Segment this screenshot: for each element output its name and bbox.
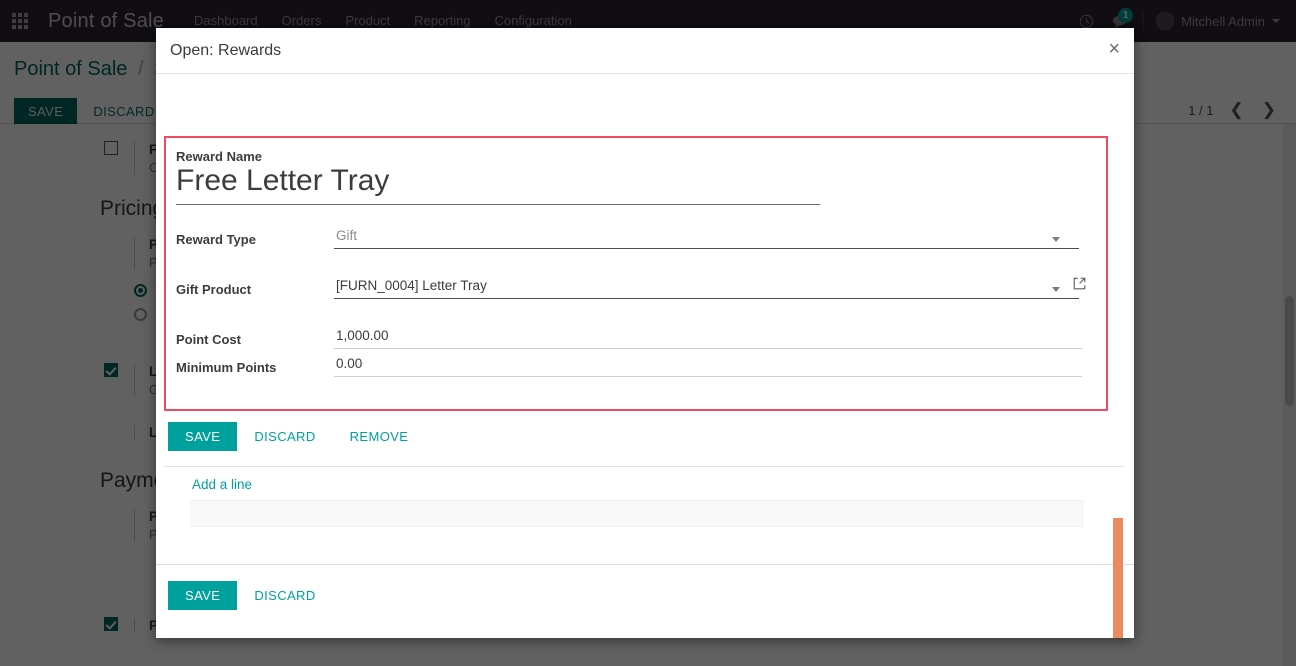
rewards-modal: Open: Rewards × Reward Name Reward Type … xyxy=(156,28,1134,638)
list-scrollbar-thumb[interactable] xyxy=(1113,518,1123,638)
modal-header: Open: Rewards × xyxy=(156,28,1134,74)
external-link-icon[interactable] xyxy=(1072,276,1087,296)
minimum-points-input[interactable] xyxy=(334,356,1082,377)
record-remove-button[interactable]: REMOVE xyxy=(333,422,426,451)
reward-type-input[interactable] xyxy=(334,228,1079,249)
record-action-buttons: SAVE DISCARD REMOVE xyxy=(168,422,425,451)
modal-title: Open: Rewards xyxy=(170,42,282,59)
modal-body: Reward Name Reward Type Gift Product xyxy=(156,74,1134,638)
record-discard-button[interactable]: DISCARD xyxy=(237,422,332,451)
modal-footer: SAVE DISCARD xyxy=(156,564,1134,638)
reward-name-label: Reward Name xyxy=(176,149,262,164)
gift-product-input[interactable] xyxy=(334,278,1079,299)
chevron-down-icon[interactable] xyxy=(1052,237,1060,242)
page-root: Point of Sale Dashboard Orders Product R… xyxy=(0,0,1296,666)
gift-product-label: Gift Product xyxy=(176,282,252,297)
add-a-line-link[interactable]: Add a line xyxy=(192,477,252,492)
list-scrollbar[interactable] xyxy=(1113,518,1123,638)
reward-type-label: Reward Type xyxy=(176,232,256,247)
point-cost-label: Point Cost xyxy=(176,332,241,347)
modal-discard-button[interactable]: DISCARD xyxy=(237,581,332,610)
modal-footer-buttons: SAVE DISCARD xyxy=(168,581,333,610)
close-icon[interactable]: × xyxy=(1108,39,1120,59)
reward-form-card: Reward Name Reward Type Gift Product xyxy=(164,136,1108,411)
minimum-points-label: Minimum Points xyxy=(176,360,277,375)
chevron-down-icon[interactable] xyxy=(1052,287,1060,292)
modal-save-button[interactable]: SAVE xyxy=(168,581,238,610)
record-save-button[interactable]: SAVE xyxy=(168,422,238,451)
empty-row-placeholder xyxy=(190,500,1084,527)
point-cost-input[interactable] xyxy=(334,328,1082,349)
reward-name-input[interactable] xyxy=(176,164,820,205)
